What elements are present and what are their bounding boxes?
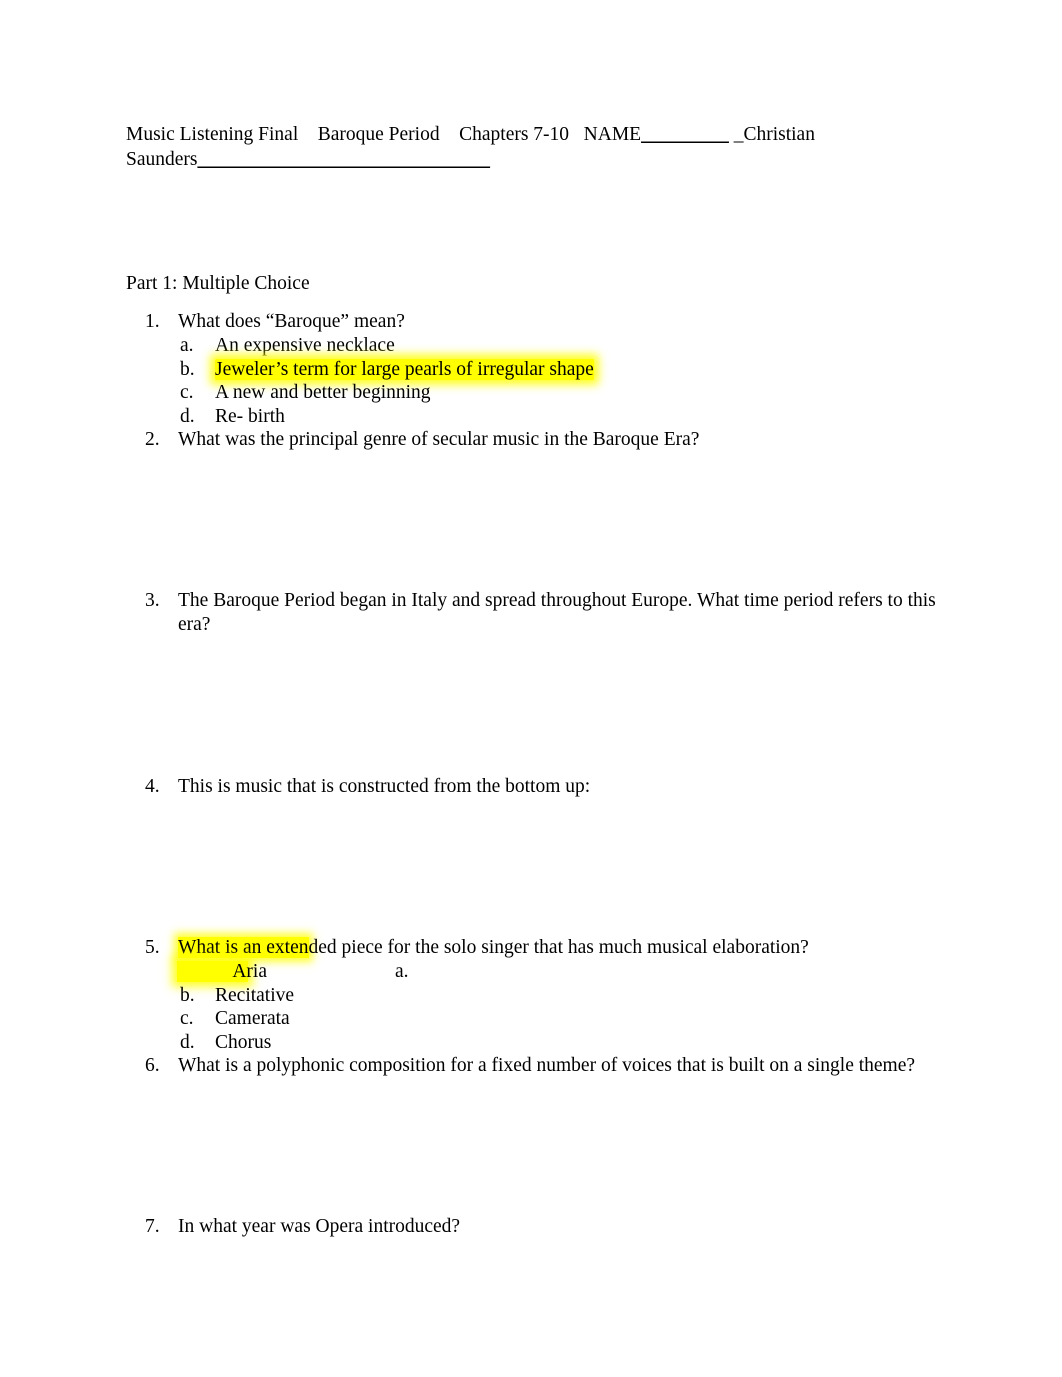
option-list: a. An expensive necklace b. Jeweler’s te… (0, 334, 1062, 428)
option-item[interactable]: b. Recitative (0, 984, 1062, 1008)
question-number: 6. (145, 1055, 160, 1076)
question-number: 1. (145, 311, 160, 332)
question-item: 5. What is an extended piece for the solo… (0, 936, 1062, 1054)
document-header: Music Listening Final Baroque Period Cha… (126, 122, 926, 172)
option-text: An expensive necklace (215, 335, 395, 356)
question-stem: 1. What does “Baroque” mean? (0, 310, 1062, 334)
question-text: What was the principal genre of secular … (178, 429, 700, 450)
question-number: 7. (145, 1216, 160, 1237)
question-stem: 7. In what year was Opera introduced? (0, 1215, 1062, 1239)
option-item[interactable]: c. A new and better beginning (0, 381, 1062, 405)
question-item: 1. What does “Baroque” mean? a. An expen… (0, 310, 1062, 428)
name-blank-underline: _________ (641, 124, 729, 145)
name-underline-tail: ______________________________ (197, 149, 491, 170)
student-name-first: _Christian (728, 124, 815, 145)
question-text: In what year was Opera introduced? (178, 1216, 461, 1237)
option-letter: a. (180, 335, 194, 356)
question-text: The Baroque Period began in Italy and sp… (178, 590, 936, 635)
option-text: Camerata (215, 1008, 290, 1029)
question-stem: 5. What is an extended piece for the solo… (0, 936, 1062, 960)
question-item: 7. In what year was Opera introduced? (0, 1215, 1062, 1239)
question-number: 2. (145, 429, 160, 450)
question-text: What does “Baroque” mean? (178, 311, 405, 332)
question-stem: 2. What was the principal genre of secul… (0, 428, 1062, 452)
question-stem: 6. What is a polyphonic composition for … (0, 1054, 1062, 1078)
option-text: Jeweler’s term for large pearls of irreg… (215, 358, 594, 380)
option-letter: b. (180, 358, 195, 380)
option-text: A new and better beginning (215, 382, 431, 403)
option-item-highlighted[interactable]: a. Aria (0, 960, 1062, 984)
option-item[interactable]: d. Chorus (0, 1031, 1062, 1055)
document-page: Music Listening Final Baroque Period Cha… (0, 0, 1062, 1377)
option-item-highlighted[interactable]: b. Jeweler’s term for large pearls of ir… (0, 358, 1062, 382)
option-item[interactable]: d. Re- birth (0, 405, 1062, 429)
option-text: Aria (232, 961, 267, 982)
question-item: 2. What was the principal genre of secul… (0, 428, 1062, 452)
question-number: 4. (145, 776, 160, 797)
header-title-exam: Music Listening Final (126, 124, 299, 145)
option-letter: a. (395, 961, 409, 982)
option-item[interactable]: a. An expensive necklace (0, 334, 1062, 358)
student-name-last: Saunders (126, 149, 198, 170)
option-letter: b. (180, 984, 195, 1006)
question-item: 6. What is a polyphonic composition for … (0, 1054, 1062, 1078)
option-letter: c. (180, 1008, 194, 1029)
question-text-highlighted: What is an exten (178, 937, 309, 958)
part-1-title: Part 1: Multiple Choice (126, 273, 310, 294)
question-number: 3. (145, 590, 160, 611)
question-text: ded piece for the solo singer that has m… (308, 937, 809, 958)
option-letter: c. (180, 382, 194, 403)
header-name-label: NAME (583, 124, 642, 145)
option-text: Re- birth (215, 405, 285, 427)
question-stem: 4. This is music that is constructed fro… (0, 775, 1062, 799)
question-text: What is a polyphonic composition for a f… (178, 1055, 916, 1076)
option-letter: d. (180, 405, 195, 427)
option-item[interactable]: c. Camerata (0, 1007, 1062, 1031)
header-title-chapters: Chapters 7-10 (459, 124, 570, 145)
option-list: a. Aria b. Recitative c. Camerata d. Cho… (0, 960, 1062, 1054)
question-stem: 3. The Baroque Period began in Italy and… (0, 589, 1062, 637)
option-text: Chorus (215, 1031, 272, 1053)
question-text: This is music that is constructed from t… (178, 776, 591, 797)
header-title-period: Baroque Period (317, 124, 440, 145)
question-item: 3. The Baroque Period began in Italy and… (0, 589, 1062, 637)
question-number: 5. (145, 937, 160, 958)
option-text: Recitative (215, 984, 295, 1006)
question-item: 4. This is music that is constructed fro… (0, 775, 1062, 799)
option-letter: d. (180, 1031, 195, 1053)
